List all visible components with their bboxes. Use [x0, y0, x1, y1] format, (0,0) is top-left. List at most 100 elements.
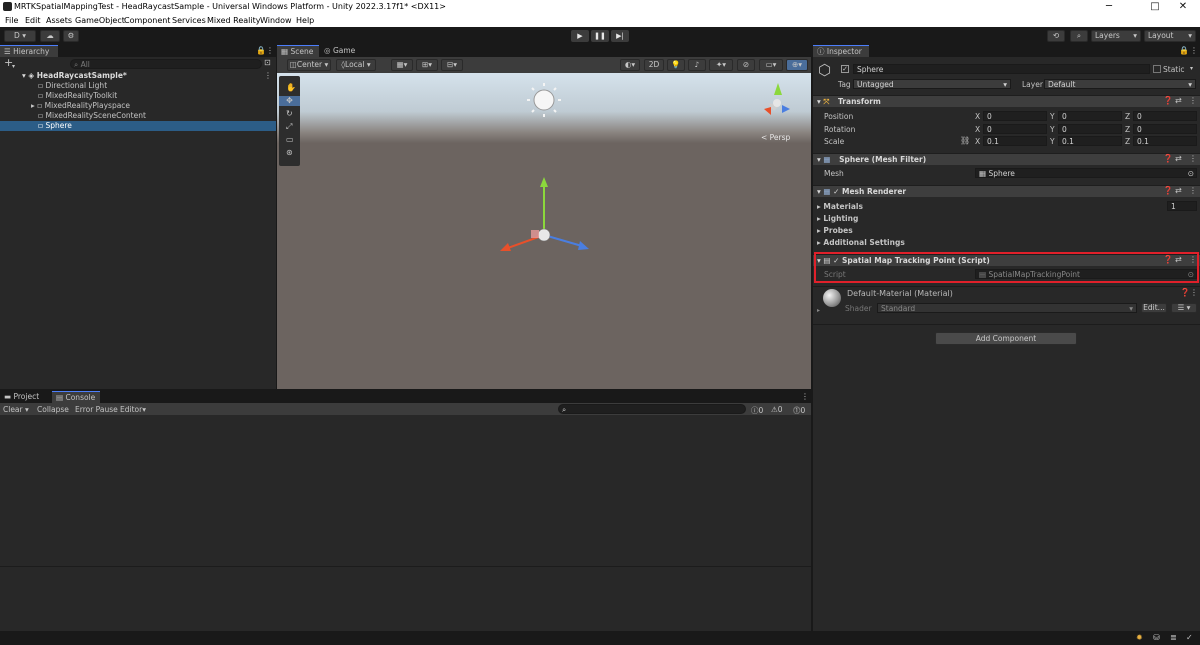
list-item[interactable]: ▸ ▫ MixedRealityPlayspace — [0, 101, 276, 111]
transform-tool-icon[interactable]: ⊛ — [286, 148, 293, 158]
chevron-down-icon[interactable]: ▾ — [1190, 65, 1193, 72]
more-icon[interactable]: ⋮ — [264, 71, 272, 81]
more-icon[interactable]: ⋮ — [1190, 288, 1198, 298]
more-icon[interactable]: ⋮ — [266, 46, 274, 56]
tab-console[interactable]: ▤ Console — [52, 391, 100, 403]
list-item[interactable]: ▫ MixedRealityToolkit — [0, 91, 276, 101]
menu-component[interactable]: Component — [124, 16, 170, 25]
close-button[interactable]: ✕ — [1166, 0, 1200, 14]
move-tool-icon[interactable]: ✥ — [279, 96, 300, 106]
account-dropdown[interactable]: D ▾ — [4, 30, 36, 42]
error-pause-button[interactable]: Error Pause — [75, 405, 118, 414]
hierarchy-search-input[interactable]: ⌕ All — [70, 59, 262, 69]
menu-window[interactable]: Window — [260, 16, 292, 25]
gizmos-icon[interactable]: ⊕▾ — [786, 59, 808, 71]
lighting-foldout[interactable]: ▸ Lighting — [817, 214, 858, 223]
effects-icon[interactable]: ✦▾ — [709, 59, 733, 71]
scene-viewport[interactable] — [277, 73, 811, 389]
static-checkbox[interactable] — [1153, 65, 1161, 73]
rect-tool-icon[interactable]: ▭ — [286, 135, 294, 145]
lighting-bake-icon[interactable]: ✹ — [1136, 633, 1143, 643]
object-picker-icon[interactable]: ⊙ — [1188, 169, 1194, 178]
error-count-toggle[interactable]: ⓵0 — [793, 405, 805, 416]
collab-icon[interactable]: ⚙ — [63, 30, 79, 42]
enabled-checkbox[interactable]: ✓ — [833, 187, 842, 196]
more-icon[interactable]: ⋮ — [1189, 96, 1197, 106]
mesh-field[interactable]: ▦ Sphere ⊙ — [975, 168, 1197, 178]
pause-button[interactable]: ❚❚ — [591, 30, 609, 42]
preset-icon[interactable]: ⇄ — [1175, 96, 1182, 106]
shader-dropdown[interactable]: Standard ▾ — [877, 303, 1137, 313]
add-component-button[interactable]: Add Component — [935, 332, 1077, 345]
camera-icon[interactable]: ▭▾ — [759, 59, 783, 71]
active-checkbox[interactable]: ✓ — [841, 65, 849, 73]
snap-increment-icon[interactable]: ⊞▾ — [416, 59, 438, 71]
menu-gameobject[interactable]: GameObject — [75, 16, 125, 25]
list-item-selected[interactable]: ▫ Sphere — [0, 121, 276, 131]
transform-header[interactable]: ▾ ⤧ Transform — [813, 95, 1200, 107]
move-gizmo[interactable] — [500, 177, 589, 251]
position-z-field[interactable]: 0 — [1133, 111, 1197, 121]
layout-dropdown[interactable]: Layout ▾ — [1144, 30, 1196, 42]
materials-count-field[interactable]: 1 — [1167, 201, 1197, 211]
help-icon[interactable]: ❓ — [1163, 96, 1173, 106]
history-icon[interactable]: ⟲ — [1047, 30, 1065, 42]
tab-game[interactable]: ◎ Game — [320, 45, 364, 57]
materials-foldout[interactable]: ▸ Materials — [817, 202, 863, 211]
menu-help[interactable]: Help — [296, 16, 314, 25]
grid-snap-icon[interactable]: ▦▾ — [391, 59, 413, 71]
play-button[interactable]: ▶ — [571, 30, 589, 42]
minimize-button[interactable]: ─ — [1092, 0, 1126, 14]
rotation-z-field[interactable]: 0 — [1133, 124, 1197, 134]
menu-services[interactable]: Services — [172, 16, 206, 25]
tab-scene[interactable]: ▦ Scene — [277, 45, 319, 57]
help-icon[interactable]: ❓ — [1180, 288, 1190, 298]
editor-dropdown[interactable]: Editor▾ — [120, 405, 146, 414]
rotation-y-field[interactable]: 0 — [1058, 124, 1122, 134]
more-icon[interactable]: ⋮ — [801, 392, 809, 402]
grid-plane-icon[interactable]: ⊟▾ — [441, 59, 463, 71]
lighting-icon[interactable]: 💡 — [667, 59, 685, 71]
list-item[interactable]: ▫ MixedRealitySceneContent — [0, 111, 276, 121]
probes-foldout[interactable]: ▸ Probes — [817, 226, 853, 235]
tag-dropdown[interactable]: Untagged ▾ — [853, 79, 1011, 89]
orientation-gizmo[interactable] — [764, 83, 790, 115]
layers-dropdown[interactable]: Layers ▾ — [1091, 30, 1141, 42]
search-icon[interactable]: ⌕ — [1070, 30, 1088, 42]
scale-y-field[interactable]: 0.1 — [1058, 136, 1122, 146]
layers-stack-icon[interactable]: ≣ — [1170, 633, 1177, 643]
pivot-local-dropdown[interactable]: ◊Local ▾ — [336, 59, 376, 71]
position-y-field[interactable]: 0 — [1058, 111, 1122, 121]
lock-icon[interactable]: 🔒 — [1179, 46, 1189, 56]
pivot-center-dropdown[interactable]: ◫Center ▾ — [287, 59, 331, 71]
clear-button[interactable]: Clear ▾ — [3, 405, 29, 414]
cache-icon[interactable]: ⛁ — [1153, 633, 1160, 643]
draw-mode-icon[interactable]: ◐▾ — [620, 59, 640, 71]
position-x-field[interactable]: 0 — [983, 111, 1047, 121]
layer-dropdown[interactable]: Default ▾ — [1044, 79, 1196, 89]
shader-options-icon[interactable]: ☰ ▾ — [1171, 303, 1197, 313]
console-search-input[interactable]: ⌕ — [558, 404, 746, 414]
step-button[interactable]: ▶| — [611, 30, 629, 42]
chevron-down-icon[interactable]: ▾ — [12, 63, 15, 70]
menu-edit[interactable]: Edit — [25, 16, 41, 25]
preset-icon[interactable]: ⇄ — [1175, 154, 1182, 164]
persp-label[interactable]: < Persp — [761, 133, 790, 142]
link-icon[interactable]: ⛓ — [960, 136, 970, 146]
scale-z-field[interactable]: 0.1 — [1133, 136, 1197, 146]
more-icon[interactable]: ⋮ — [1190, 46, 1198, 56]
lock-icon[interactable]: 🔒 — [256, 46, 266, 56]
chevron-right-icon[interactable]: ▸ — [817, 307, 820, 314]
mesh-renderer-header[interactable]: ▾ ▦ ✓ Mesh Renderer — [813, 185, 1200, 197]
menu-assets[interactable]: Assets — [46, 16, 72, 25]
scale-tool-icon[interactable]: ⤢ — [286, 122, 292, 132]
gameobject-name-field[interactable]: Sphere — [853, 64, 1150, 74]
hand-tool-icon[interactable]: ✋ — [286, 83, 296, 93]
rotation-x-field[interactable]: 0 — [983, 124, 1047, 134]
cloud-icon[interactable]: ☁ — [40, 30, 60, 42]
menu-file[interactable]: File — [5, 16, 18, 25]
additional-settings-foldout[interactable]: ▸ Additional Settings — [817, 238, 905, 247]
info-count-toggle[interactable]: ⓘ0 — [751, 405, 763, 416]
more-icon[interactable]: ⋮ — [1189, 154, 1197, 164]
audio-icon[interactable]: ♪ — [688, 59, 706, 71]
